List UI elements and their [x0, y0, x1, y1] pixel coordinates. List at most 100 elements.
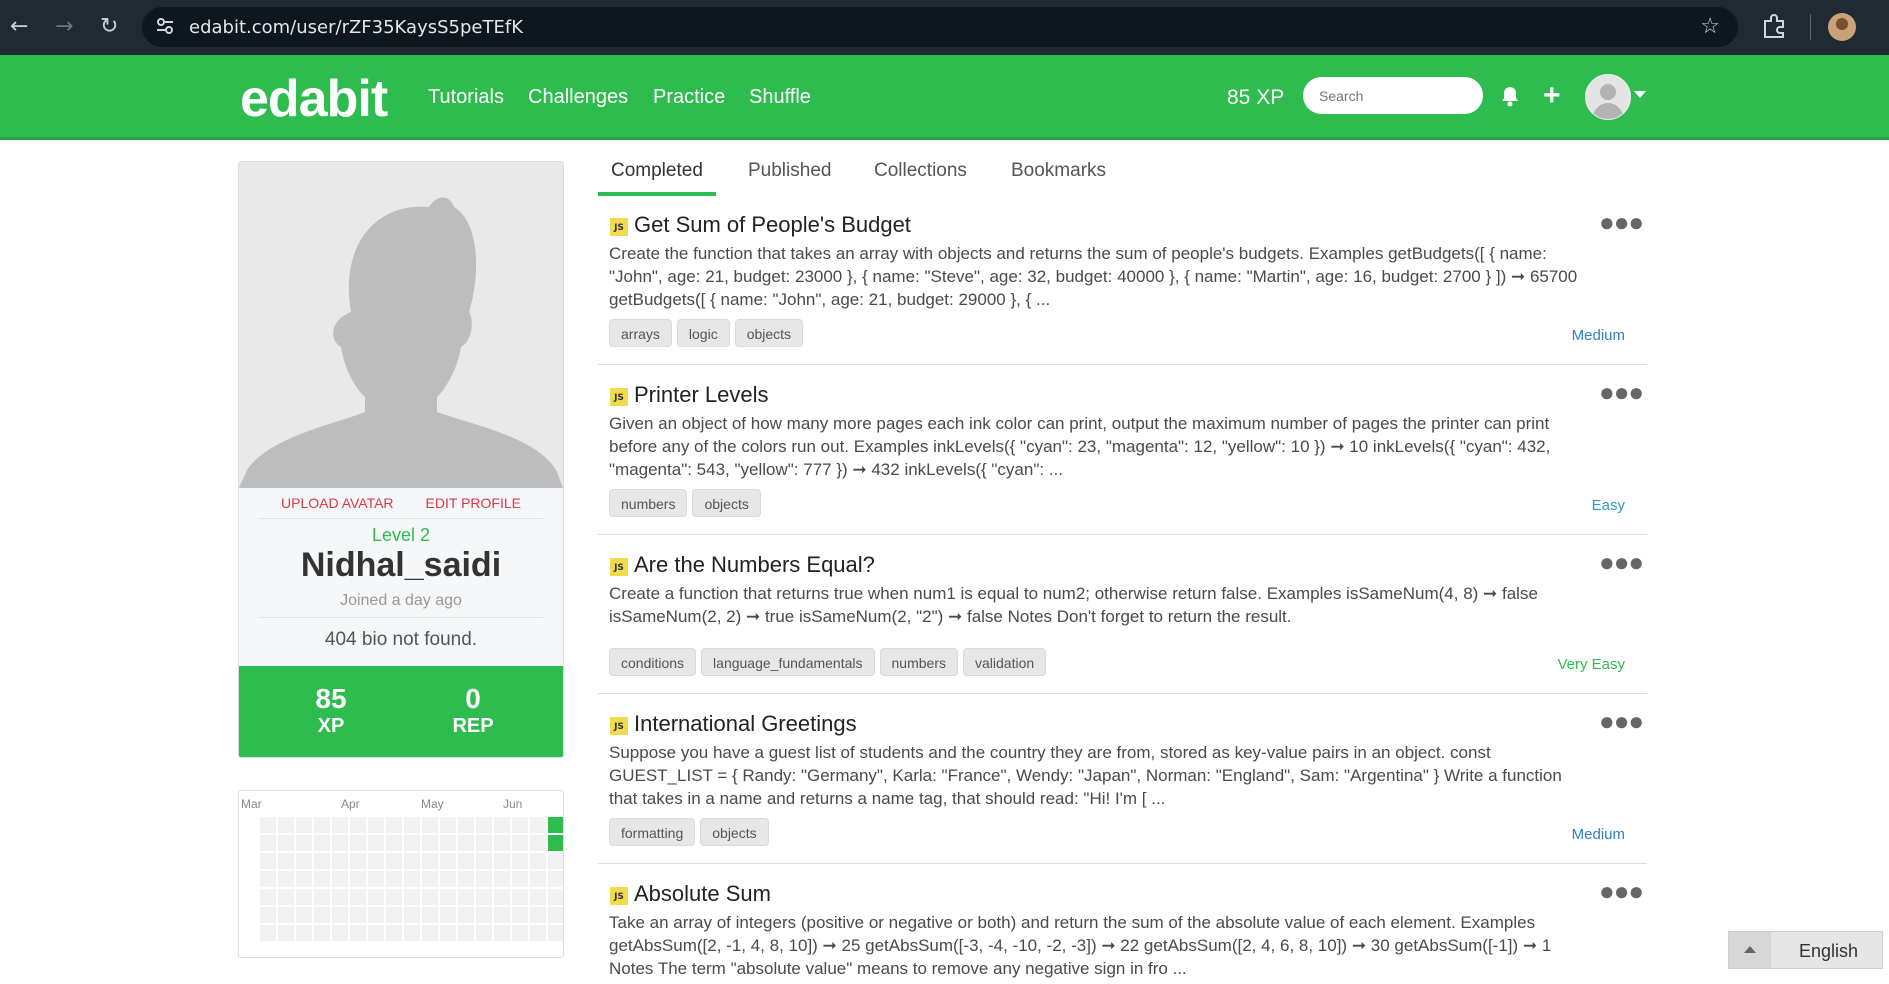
address-url[interactable]: edabit.com/user/rZF35KaysS5peTEfK	[189, 17, 523, 38]
challenge-description: Create a function that returns true when…	[609, 584, 1538, 626]
activity-cell	[530, 871, 546, 887]
activity-cell	[404, 871, 420, 887]
activity-cell	[296, 889, 312, 905]
difficulty-label: Medium	[1571, 826, 1625, 843]
activity-cell	[386, 853, 402, 869]
tag[interactable]: language_fundamentals	[701, 648, 875, 676]
challenge-card[interactable]: JS Absolute Sum ●●● Take an array of int…	[598, 864, 1647, 984]
bookmark-star-icon[interactable]: ☆	[1700, 13, 1720, 39]
chevron-up-icon[interactable]	[1729, 932, 1771, 968]
more-options-icon[interactable]: ●●●	[1599, 209, 1644, 235]
activity-cell	[512, 835, 528, 851]
more-options-icon[interactable]: ●●●	[1599, 379, 1644, 405]
activity-cell	[368, 889, 384, 905]
tab-collections[interactable]: Collections	[874, 160, 967, 182]
challenge-title[interactable]: Printer Levels	[634, 382, 769, 408]
activity-cell	[314, 925, 330, 941]
tab-published[interactable]: Published	[748, 160, 831, 182]
activity-cell	[494, 853, 510, 869]
site-logo[interactable]: edabit	[240, 69, 388, 129]
activity-cell	[458, 889, 474, 905]
activity-cell	[476, 817, 492, 833]
tag[interactable]: conditions	[609, 648, 697, 676]
tab-completed[interactable]: Completed	[611, 160, 703, 182]
rep-value: 0	[465, 683, 481, 714]
challenge-list: JS Get Sum of People's Budget ●●● Create…	[598, 203, 1647, 984]
activity-cell	[260, 871, 276, 887]
activity-cell	[314, 817, 330, 833]
challenge-description: Take an array of integers (positive or n…	[609, 913, 1552, 978]
activity-cell	[494, 817, 510, 833]
search-input[interactable]	[1303, 77, 1483, 114]
language-label[interactable]: English	[1799, 941, 1858, 962]
more-options-icon[interactable]: ●●●	[1599, 878, 1644, 904]
add-plus-icon[interactable]: +	[1543, 79, 1561, 113]
more-options-icon[interactable]: ●●●	[1599, 708, 1644, 734]
reload-icon[interactable]: ↻	[100, 14, 118, 40]
activity-cell	[512, 907, 528, 923]
silhouette-icon	[239, 162, 563, 488]
challenge-title[interactable]: Absolute Sum	[634, 881, 771, 907]
tag[interactable]: objects	[700, 818, 769, 846]
activity-cell	[476, 907, 492, 923]
edit-profile-link[interactable]: EDIT PROFILE	[426, 495, 521, 511]
activity-cell	[458, 907, 474, 923]
activity-cell	[422, 817, 438, 833]
tag[interactable]: validation	[962, 648, 1047, 676]
activity-cell	[476, 871, 492, 887]
javascript-icon: JS	[610, 887, 628, 905]
tag[interactable]: logic	[676, 319, 730, 347]
activity-cell	[278, 835, 294, 851]
challenge-title[interactable]: Are the Numbers Equal?	[634, 552, 875, 578]
tag[interactable]: objects	[692, 489, 761, 517]
tag[interactable]: formatting	[609, 818, 696, 846]
more-options-icon[interactable]: ●●●	[1599, 549, 1644, 575]
tag[interactable]: objects	[734, 319, 804, 347]
challenge-card[interactable]: JS Get Sum of People's Budget ●●● Create…	[598, 203, 1647, 365]
activity-cell	[548, 889, 563, 905]
nav-shuffle[interactable]: Shuffle	[749, 86, 811, 109]
activity-cell	[458, 925, 474, 941]
stats-panel: 85 XP 0 REP	[239, 666, 563, 757]
back-arrow-icon[interactable]: ←	[10, 14, 28, 40]
upload-avatar-link[interactable]: UPLOAD AVATAR	[281, 495, 394, 511]
activity-cell	[440, 889, 456, 905]
extensions-icon[interactable]	[1760, 12, 1788, 40]
tab-bookmarks[interactable]: Bookmarks	[1011, 160, 1106, 182]
difficulty-label: Easy	[1591, 497, 1625, 514]
activity-cell	[386, 835, 402, 851]
chevron-down-icon[interactable]	[1634, 91, 1646, 98]
challenge-card[interactable]: JS International Greetings ●●● Suppose y…	[598, 694, 1647, 864]
forward-arrow-icon[interactable]: →	[55, 14, 73, 40]
nav-tutorials[interactable]: Tutorials	[428, 86, 504, 109]
activity-cell	[350, 889, 366, 905]
challenge-title[interactable]: International Greetings	[634, 711, 857, 737]
address-bar[interactable]: edabit.com/user/rZF35KaysS5peTEfK ☆	[142, 7, 1738, 47]
activity-cell	[440, 925, 456, 941]
activity-cell	[314, 889, 330, 905]
bell-icon[interactable]	[1500, 85, 1520, 107]
challenge-description: Given an object of how many more pages e…	[609, 414, 1551, 479]
tag[interactable]: arrays	[609, 319, 672, 347]
activity-cell	[530, 907, 546, 923]
tag[interactable]: numbers	[879, 648, 958, 676]
activity-cell	[422, 871, 438, 887]
challenge-title[interactable]: Get Sum of People's Budget	[634, 212, 911, 238]
site-settings-icon[interactable]	[154, 15, 176, 37]
browser-profile-avatar[interactable]	[1828, 13, 1856, 41]
challenge-card[interactable]: JS Printer Levels ●●● Given an object of…	[598, 365, 1647, 535]
activity-cell	[368, 835, 384, 851]
activity-cell	[530, 889, 546, 905]
activity-cell	[422, 835, 438, 851]
challenge-card[interactable]: JS Are the Numbers Equal? ●●● Create a f…	[598, 535, 1647, 694]
month-label: Jun	[503, 797, 523, 811]
activity-cell	[476, 835, 492, 851]
user-avatar[interactable]	[1585, 74, 1631, 120]
nav-challenges[interactable]: Challenges	[528, 86, 628, 109]
profile-card: UPLOAD AVATAR EDIT PROFILE Level 2 Nidhal…	[238, 161, 564, 758]
activity-cell	[314, 871, 330, 887]
tag[interactable]: numbers	[609, 489, 688, 517]
activity-cell	[440, 871, 456, 887]
language-selector[interactable]: English	[1728, 931, 1883, 969]
nav-practice[interactable]: Practice	[653, 86, 725, 109]
